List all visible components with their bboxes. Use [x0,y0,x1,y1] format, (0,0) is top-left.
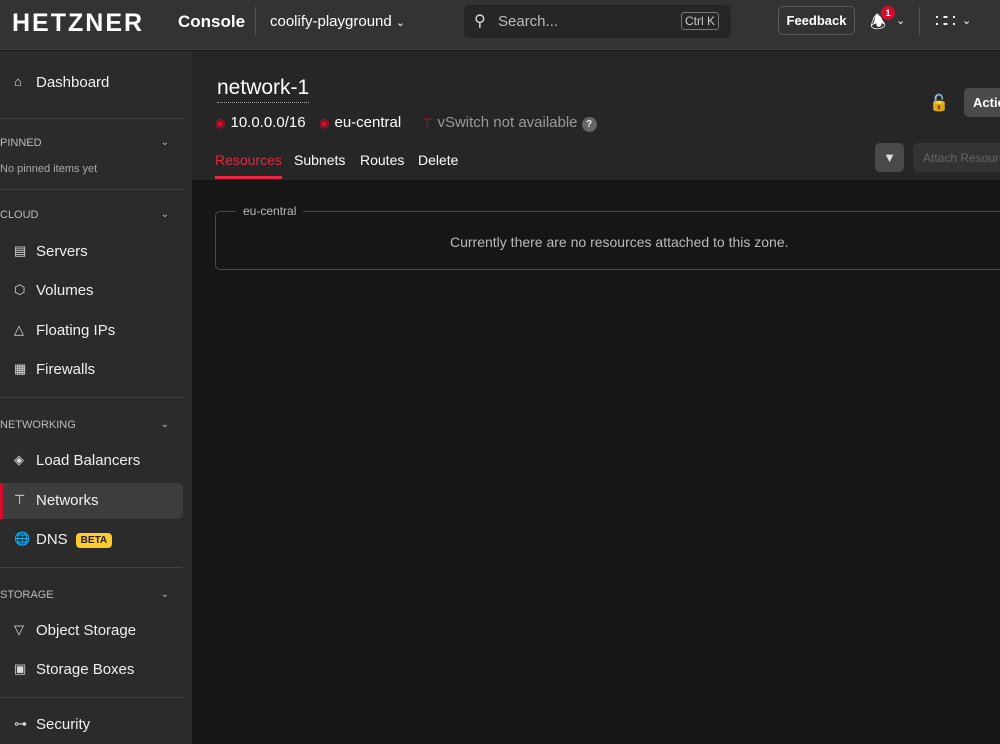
tab-subnets[interactable]: Subnets [294,152,345,176]
chevron-down-icon[interactable]: ⌄ [896,14,905,27]
zone-value: eu-central [334,114,402,131]
load-balancer-icon: ◈ [14,452,24,467]
vswitch-icon: ⊤ [422,116,433,130]
box-icon: ▣ [14,661,27,676]
ip-range: ◉ 10.0.0.0/16 [215,114,306,131]
tab-delete[interactable]: Delete [418,152,458,176]
search-shortcut: Ctrl K [681,12,719,30]
project-name: coolify-playground [270,13,392,30]
sidebar-item-dns[interactable]: 🌐 DNS BETA [0,522,183,558]
pinned-empty-text: No pinned items yet [0,163,98,175]
bucket-icon: ▽ [14,622,24,637]
top-bar: HETZNER Console coolify-playground ⌄ ⚲ S… [0,0,1000,50]
search-input[interactable]: ⚲ Search... Ctrl K [464,5,731,38]
label: Object Storage [36,622,137,639]
vswitch-status: ⊤ vSwitch not available? [422,114,597,132]
empty-message: Currently there are no resources attache… [450,234,789,250]
section-cloud[interactable]: CLOUD ⌄ [0,209,183,221]
label: DNS [36,531,68,548]
sidebar-item-storage-boxes[interactable]: ▣ Storage Boxes [0,652,183,688]
label: Servers [36,243,88,260]
divider [0,567,183,568]
server-icon: ▤ [14,243,27,258]
project-selector[interactable]: coolify-playground ⌄ [270,13,405,30]
section-storage[interactable]: STORAGE ⌄ [0,589,183,601]
help-icon[interactable]: ? [581,117,597,132]
feedback-button[interactable]: Feedback [778,6,855,35]
search-placeholder: Search... [498,13,559,30]
chevron-down-icon: ⌄ [395,17,406,29]
zone-legend: eu-central [236,204,304,218]
label: Dashboard [36,74,110,91]
sidebar-item-networks[interactable]: ⊤ Networks [0,483,183,519]
divider [0,697,183,698]
console-label: Console [178,12,246,31]
label: Security [36,716,91,733]
network-icon: ⊤ [14,492,26,507]
tab-routes[interactable]: Routes [360,152,404,176]
home-icon: ⌂ [14,74,22,89]
chevron-down-icon: ⌄ [160,419,169,430]
sidebar-item-floating-ips[interactable]: △ Floating IPs [0,313,183,349]
label: Floating IPs [36,322,116,339]
attach-resource-button[interactable]: Attach Resource [913,143,1000,172]
sidebar-item-load-balancers[interactable]: ◈ Load Balancers [0,443,183,479]
app-grid-icon[interactable]: ∷∷ [935,11,956,32]
network-icon: ◉ [215,116,226,130]
globe-icon: 🌐 [14,531,31,546]
globe-icon: ◉ [319,116,330,130]
sidebar-item-firewalls[interactable]: ▦ Firewalls [0,352,183,388]
section-networking[interactable]: NETWORKING ⌄ [0,419,183,431]
actions-button[interactable]: Actions [964,88,1000,117]
cube-icon: ⬡ [14,282,26,297]
label: Firewalls [36,361,96,378]
hetzner-logo[interactable]: HETZNER [12,9,144,38]
label: Load Balancers [36,452,141,469]
chevron-down-icon[interactable]: ⌄ [962,14,971,27]
divider [0,397,183,398]
lock-icon[interactable]: 🔓 [929,93,949,113]
section-pinned[interactable]: PINNED ⌄ [0,137,183,149]
section-label: PINNED [0,137,42,149]
section-label: CLOUD [0,209,39,221]
key-icon: ⊶ [14,716,27,731]
label: Networks [36,492,99,509]
label: Volumes [36,282,94,299]
chevron-down-icon: ⌄ [160,137,169,148]
divider [919,7,920,35]
firewall-icon: ▦ [14,361,27,376]
chevron-down-icon: ⌄ [160,589,169,600]
sidebar-item-servers[interactable]: ▤ Servers [0,234,183,270]
sidebar-item-dashboard[interactable]: ⌂ Dashboard [0,65,183,101]
filter-icon: ▼ [883,150,896,165]
sidebar-item-object-storage[interactable]: ▽ Object Storage [0,613,183,649]
ip-range-value: 10.0.0.0/16 [230,114,306,131]
zone-panel: eu-central Currently there are no resour… [215,204,1000,270]
chevron-down-icon: ⌄ [160,209,169,220]
divider [0,189,183,190]
beta-badge: BETA [75,532,113,548]
vswitch-value: vSwitch not available [437,114,578,131]
sidebar-item-volumes[interactable]: ⬡ Volumes [0,273,183,309]
notification-badge: 1 [881,6,895,20]
sidebar-item-security[interactable]: ⊶ Security [0,707,183,743]
zone: ◉ eu-central [319,114,401,131]
section-label: STORAGE [0,589,54,601]
label: Storage Boxes [36,661,135,678]
search-icon: ⚲ [474,13,486,30]
divider [255,7,256,35]
filter-button[interactable]: ▼ [875,143,904,172]
divider [0,118,183,119]
floating-ip-icon: △ [14,322,24,337]
page-title[interactable]: network-1 [217,76,310,103]
tab-resources[interactable]: Resources [215,152,282,179]
section-label: NETWORKING [0,419,76,431]
